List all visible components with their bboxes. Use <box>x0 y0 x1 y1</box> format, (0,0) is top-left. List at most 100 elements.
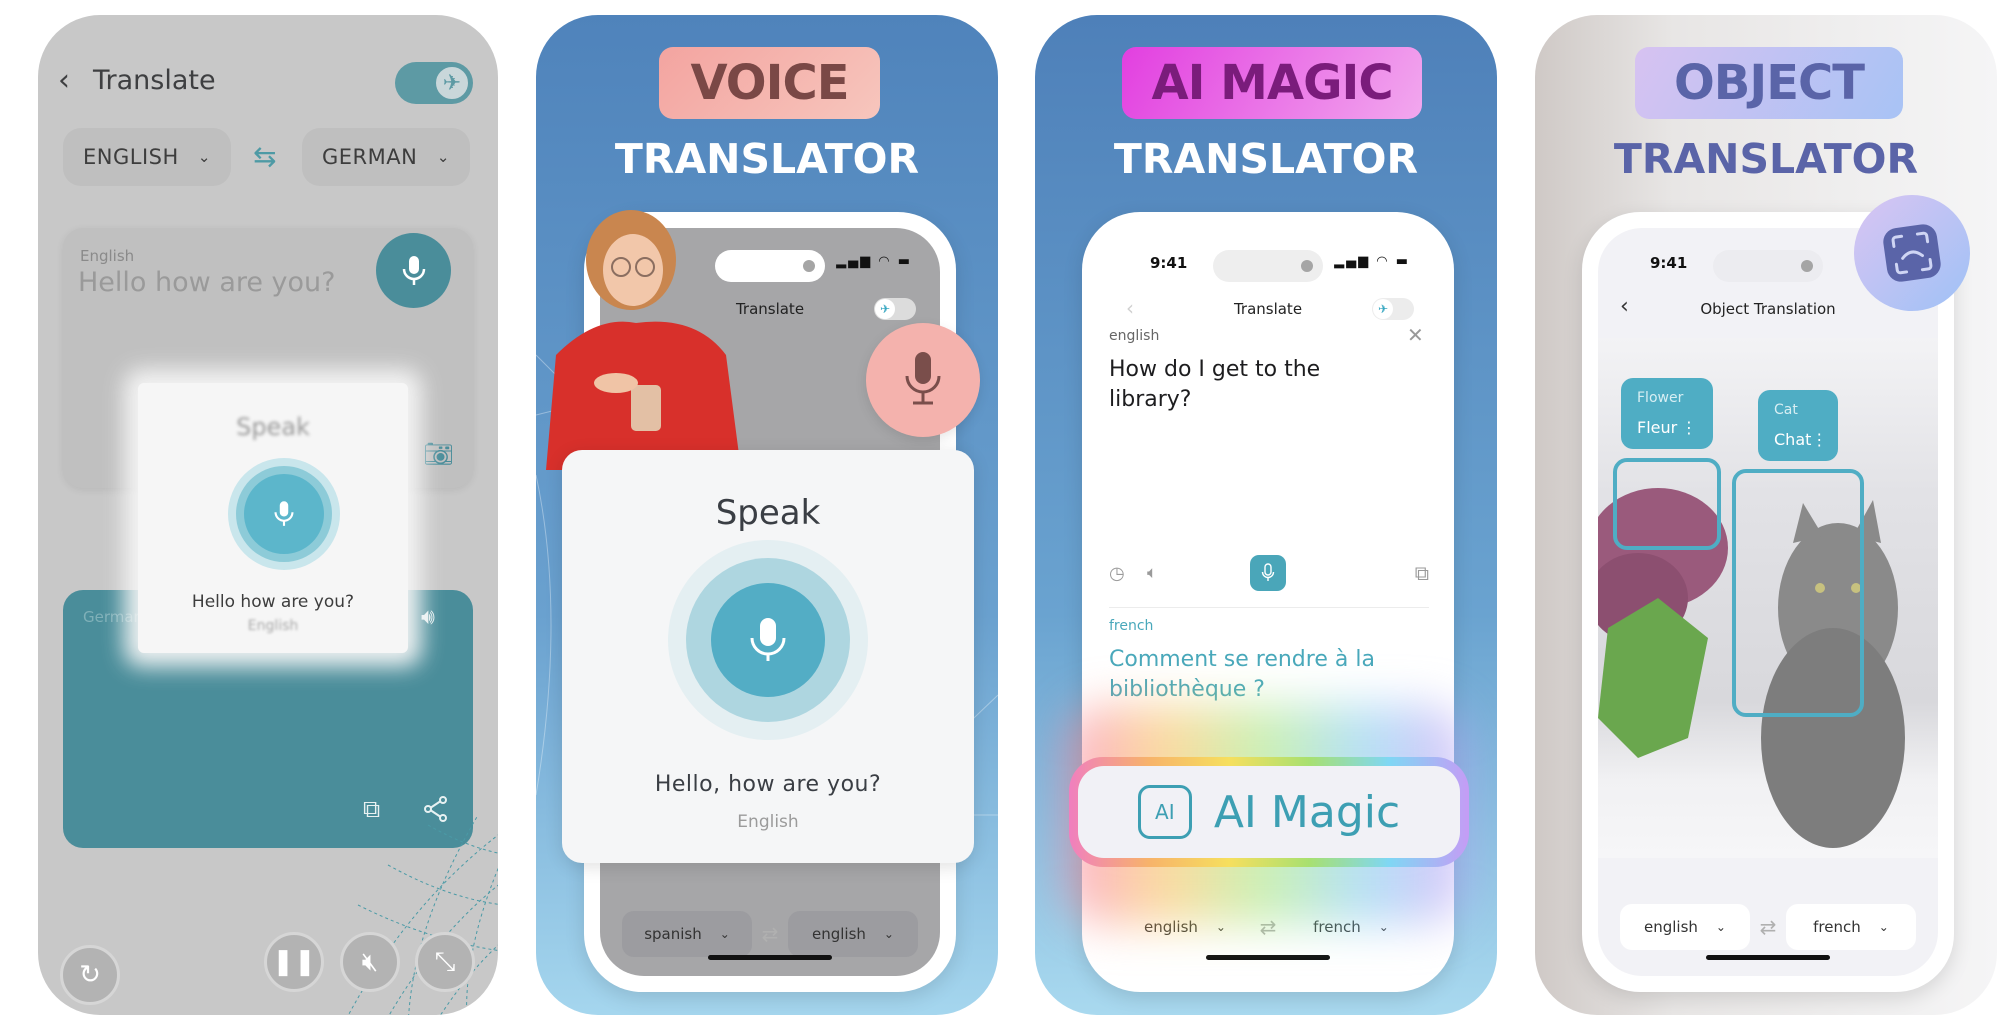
home-indicator <box>1206 955 1330 960</box>
ai-magic-button[interactable]: AI AI Magic <box>1069 757 1469 867</box>
detection-box-cat[interactable] <box>1732 469 1864 717</box>
copy-icon[interactable]: ⧉ <box>1415 561 1429 585</box>
detection-label-cat[interactable]: Cat Chat ⋮ <box>1758 390 1838 461</box>
offline-mode-toggle[interactable]: ✈ <box>874 298 916 320</box>
source-language-label: english <box>1109 328 1160 344</box>
chevron-down-icon: ⌄ <box>719 927 730 941</box>
panel-ai-magic-translator: AI MAGIC TRANSLATOR 9:41 ▂▄▆ ◠ ▬ ‹ Trans… <box>1035 15 1497 1015</box>
pause-button[interactable]: ❚❚ <box>264 932 324 992</box>
status-icons: ▂▄▆ ◠ ▬ <box>836 254 912 269</box>
divider <box>1109 607 1429 608</box>
source-language-label: ENGLISH <box>83 145 179 169</box>
mic-button[interactable] <box>1250 555 1286 591</box>
status-icons: ▂▄▆ ◠ ▬ <box>1334 254 1410 269</box>
phone-mockup: 9:41 ‹ Object Translation Flower Fleur ⋮… <box>1582 212 1954 992</box>
airplane-icon: ✈ <box>434 65 470 101</box>
history-icon[interactable]: ◷ <box>1109 563 1125 584</box>
pause-icon: ❚❚ <box>272 947 316 977</box>
offline-mode-toggle[interactable]: ✈ <box>1372 298 1414 320</box>
panel-translate-screen: ‹ Translate ✈ ENGLISH ⌄ ⇆ GERMAN ⌄ Engli… <box>38 15 498 1015</box>
recognized-text: Hello how are you? <box>191 592 355 612</box>
expand-icon: ⤡ <box>434 946 456 977</box>
mute-button[interactable]: 🔇︎ <box>340 932 400 992</box>
detection-label-flower[interactable]: Flower Fleur ⋮ <box>1621 378 1713 449</box>
detection-box-flower[interactable] <box>1613 458 1721 550</box>
listening-mic-button[interactable] <box>228 458 340 570</box>
scan-frame-icon <box>1883 224 1941 282</box>
target-language-label: english <box>811 925 866 943</box>
detection-translation-text: Chat <box>1774 430 1812 449</box>
microphone-icon <box>905 352 941 405</box>
replay-icon: ↻ <box>79 960 101 990</box>
speak-card-title: Speak <box>715 493 821 533</box>
dynamic-island <box>1213 250 1323 282</box>
detection-source-text: Flower <box>1637 390 1684 406</box>
chevron-down-icon: ⌄ <box>1715 920 1726 934</box>
feature-badge: AI MAGIC <box>1122 47 1422 119</box>
input-language-label: English <box>80 247 135 265</box>
swap-languages-icon[interactable]: ⇄ <box>762 922 779 946</box>
woman-holding-phone-photo <box>546 210 741 470</box>
back-chevron-icon[interactable]: ‹ <box>58 63 70 98</box>
speaker-icon[interactable]: 🔈︎ <box>1147 563 1157 583</box>
dynamic-island <box>1713 250 1823 282</box>
source-language-dropdown[interactable]: spanish ⌄ <box>622 911 752 957</box>
listening-mic-button[interactable] <box>668 540 868 740</box>
target-language-label: GERMAN <box>322 145 418 169</box>
feature-badge: OBJECT <box>1635 47 1903 119</box>
status-time: 9:41 <box>1150 254 1188 272</box>
airplane-icon: ✈ <box>1373 299 1393 319</box>
chevron-down-icon: ⌄ <box>883 927 894 941</box>
detection-source-text: Cat <box>1774 402 1798 418</box>
target-language-dropdown[interactable]: GERMAN ⌄ <box>302 128 470 186</box>
object-scan-button[interactable] <box>1854 195 1970 311</box>
speak-overlay-title: Speak <box>236 413 310 441</box>
more-options-icon[interactable]: ⋮ <box>1811 430 1827 449</box>
target-language-dropdown[interactable]: french ⌄ <box>1785 904 1916 950</box>
recognized-text: Hello, how are you? <box>654 772 882 797</box>
swap-languages-icon[interactable]: ⇄ <box>1760 915 1777 939</box>
more-options-icon[interactable]: ⋮ <box>1681 418 1697 437</box>
recognized-language: English <box>247 618 299 634</box>
panel-object-translator: OBJECT TRANSLATOR 9:41 ‹ Object Translat… <box>1535 15 1997 1015</box>
feature-badge: VOICE <box>659 47 880 119</box>
offline-mode-toggle[interactable]: ✈ <box>395 62 473 104</box>
input-toolbar: ◷ 🔈︎ ⧉ <box>1109 555 1429 595</box>
home-indicator <box>1706 955 1830 960</box>
input-text-field[interactable]: Hello how are you? <box>78 267 336 298</box>
swap-languages-icon[interactable]: ⇆ <box>253 140 276 173</box>
close-icon[interactable]: ✕ <box>1407 323 1424 347</box>
speaker-icon[interactable]: 🔊︎ <box>421 605 435 630</box>
source-language-dropdown[interactable]: ENGLISH ⌄ <box>63 128 231 186</box>
recognized-language: English <box>737 812 799 832</box>
output-language-label: German <box>83 608 144 626</box>
status-time: 9:41 <box>1650 254 1688 272</box>
phone-screen: 9:41 ‹ Object Translation Flower Fleur ⋮… <box>1598 228 1938 976</box>
mute-icon: 🔇︎ <box>361 946 379 977</box>
ai-magic-label: AI Magic <box>1213 786 1401 838</box>
voice-input-button[interactable] <box>866 323 980 437</box>
target-language-label: french <box>1813 918 1861 936</box>
camera-icon[interactable]: 📷︎ <box>423 440 453 468</box>
source-language-label: english <box>1644 918 1698 936</box>
target-language-label: french <box>1109 618 1154 634</box>
source-text[interactable]: How do I get to the library? <box>1109 355 1369 415</box>
target-language-dropdown[interactable]: english ⌄ <box>787 911 918 957</box>
detection-translation-text: Fleur <box>1637 418 1678 437</box>
chevron-down-icon: ⌄ <box>1878 920 1889 934</box>
expand-button[interactable]: ⤡ <box>415 932 475 992</box>
feature-subtitle: TRANSLATOR <box>614 135 920 183</box>
ai-icon: AI <box>1137 785 1192 839</box>
chevron-down-icon: ⌄ <box>197 148 211 166</box>
microphone-icon <box>1261 563 1275 581</box>
microphone-icon <box>402 255 425 285</box>
mic-button[interactable] <box>376 233 451 308</box>
language-selector-row: spanish ⌄ ⇄ english ⌄ <box>600 911 940 957</box>
feature-subtitle: TRANSLATOR <box>1613 135 1919 183</box>
source-language-dropdown[interactable]: english ⌄ <box>1620 904 1750 950</box>
translated-text: Comment se rendre à la bibliothèque ? <box>1109 647 1375 702</box>
home-indicator <box>708 955 832 960</box>
replay-button[interactable]: ↻ <box>60 945 120 1005</box>
feature-subtitle: TRANSLATOR <box>1113 135 1419 183</box>
chevron-down-icon: ⌄ <box>436 148 450 166</box>
